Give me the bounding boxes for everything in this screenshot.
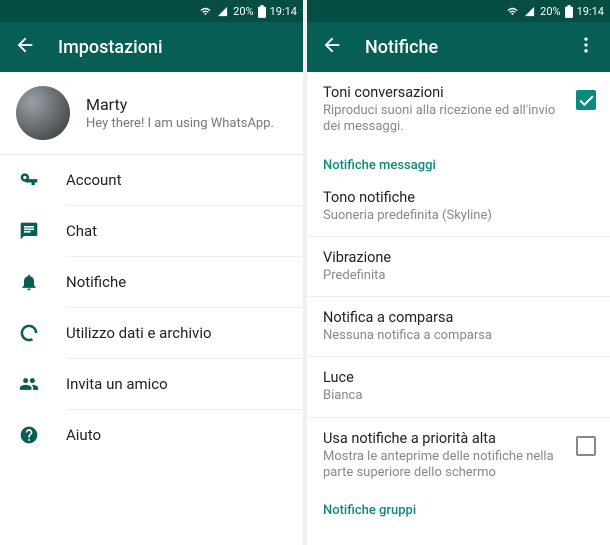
row-title: Tono notifiche bbox=[323, 189, 596, 206]
more-vert-icon bbox=[576, 35, 596, 55]
settings-content: Marty Hey there! I am using WhatsApp. Ac… bbox=[0, 72, 303, 545]
settings-item-label: Aiuto bbox=[66, 426, 101, 444]
popup-notification-row[interactable]: Notifica a comparsa Nessuna notifica a c… bbox=[307, 297, 610, 356]
row-title: Toni conversazioni bbox=[323, 84, 566, 101]
row-title: Notifica a comparsa bbox=[323, 309, 596, 326]
row-subtitle: Suoneria predefinita (Skyline) bbox=[323, 208, 596, 224]
conversation-tones-row[interactable]: Toni conversazioni Riproduci suoni alla … bbox=[307, 72, 610, 148]
section-header-groups: Notifiche gruppi bbox=[307, 493, 610, 522]
profile-row[interactable]: Marty Hey there! I am using WhatsApp. bbox=[0, 72, 303, 154]
arrow-back-icon bbox=[321, 34, 343, 56]
data-usage-icon bbox=[18, 323, 40, 343]
back-button[interactable] bbox=[14, 34, 36, 60]
arrow-back-icon bbox=[14, 34, 36, 56]
settings-item-account[interactable]: Account bbox=[0, 155, 303, 205]
notifications-screen: 20% 19:14 Notifiche Toni conversazioni R… bbox=[307, 0, 610, 545]
settings-item-help[interactable]: Aiuto bbox=[0, 410, 303, 460]
section-header-messages: Notifiche messaggi bbox=[307, 148, 610, 177]
settings-screen: 20% 19:14 Impostazioni Marty Hey there! … bbox=[0, 0, 303, 545]
overflow-menu-button[interactable] bbox=[576, 35, 596, 59]
clock-time: 19:14 bbox=[270, 5, 297, 18]
row-subtitle: Bianca bbox=[323, 388, 596, 404]
settings-item-label: Chat bbox=[66, 222, 97, 240]
row-subtitle: Predefinita bbox=[323, 268, 596, 284]
wifi-icon bbox=[199, 6, 212, 17]
row-title: Usa notifiche a priorità alta bbox=[323, 430, 566, 447]
notification-tone-row[interactable]: Tono notifiche Suoneria predefinita (Sky… bbox=[307, 177, 610, 236]
chat-icon bbox=[18, 221, 40, 241]
clock-time: 19:14 bbox=[577, 5, 604, 18]
status-bar: 20% 19:14 bbox=[0, 0, 303, 22]
high-priority-row[interactable]: Usa notifiche a priorità alta Mostra le … bbox=[307, 418, 610, 494]
settings-item-label: Utilizzo dati e archivio bbox=[66, 324, 212, 342]
settings-item-label: Notifiche bbox=[66, 273, 126, 291]
battery-icon bbox=[565, 5, 573, 18]
row-subtitle: Mostra le anteprime delle notifiche nell… bbox=[323, 449, 566, 482]
avatar bbox=[16, 86, 70, 140]
row-title: Vibrazione bbox=[323, 249, 596, 266]
profile-status: Hey there! I am using WhatsApp. bbox=[86, 116, 274, 131]
help-icon bbox=[18, 425, 40, 445]
light-row[interactable]: Luce Bianca bbox=[307, 357, 610, 416]
invite-friend-icon bbox=[18, 374, 40, 394]
key-icon bbox=[18, 170, 40, 190]
row-title: Luce bbox=[323, 369, 596, 386]
settings-item-notifications[interactable]: Notifiche bbox=[0, 257, 303, 307]
notifications-content: Toni conversazioni Riproduci suoni alla … bbox=[307, 72, 610, 545]
conversation-tones-checkbox[interactable] bbox=[576, 90, 596, 110]
battery-percent: 20% bbox=[540, 5, 560, 18]
app-bar: Notifiche bbox=[307, 22, 610, 72]
settings-item-data-usage[interactable]: Utilizzo dati e archivio bbox=[0, 308, 303, 358]
high-priority-checkbox[interactable] bbox=[576, 436, 596, 456]
settings-item-invite[interactable]: Invita un amico bbox=[0, 359, 303, 409]
app-bar: Impostazioni bbox=[0, 22, 303, 72]
settings-item-chat[interactable]: Chat bbox=[0, 206, 303, 256]
row-subtitle: Nessuna notifica a comparsa bbox=[323, 328, 596, 344]
back-button[interactable] bbox=[321, 34, 343, 60]
bell-icon bbox=[18, 272, 40, 292]
app-bar-title: Impostazioni bbox=[58, 37, 163, 58]
app-bar-title: Notifiche bbox=[365, 37, 438, 58]
vibration-row[interactable]: Vibrazione Predefinita bbox=[307, 237, 610, 296]
wifi-icon bbox=[506, 6, 519, 17]
row-subtitle: Riproduci suoni alla ricezione ed all'in… bbox=[323, 103, 566, 136]
status-bar: 20% 19:14 bbox=[307, 0, 610, 22]
signal-icon bbox=[523, 6, 536, 17]
battery-percent: 20% bbox=[233, 5, 253, 18]
profile-name: Marty bbox=[86, 95, 274, 114]
settings-item-label: Invita un amico bbox=[66, 375, 168, 393]
profile-text: Marty Hey there! I am using WhatsApp. bbox=[86, 95, 274, 131]
signal-icon bbox=[216, 6, 229, 17]
battery-icon bbox=[258, 5, 266, 18]
settings-item-label: Account bbox=[66, 171, 122, 189]
